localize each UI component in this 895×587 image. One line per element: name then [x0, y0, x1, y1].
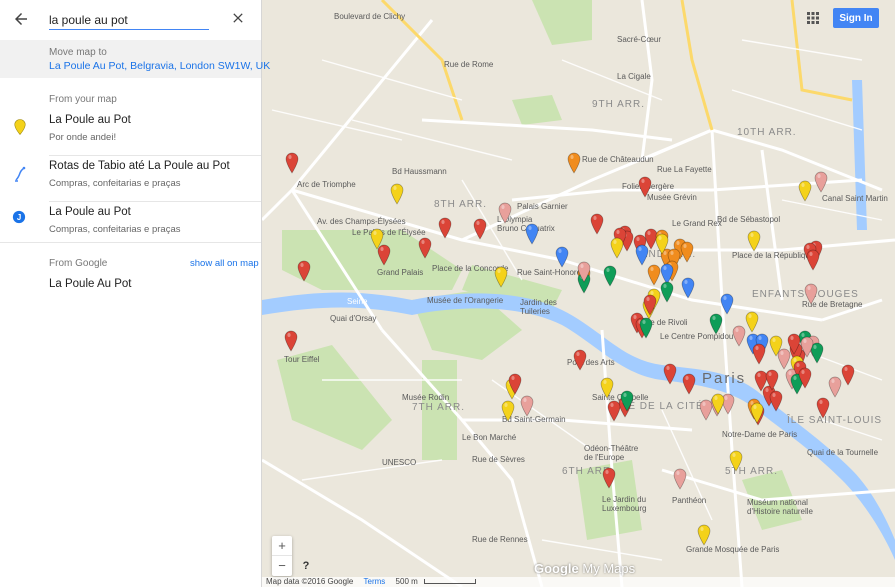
- yellow-map-pin-icon[interactable]: [494, 266, 508, 288]
- item-subtitle: Compras, confeitarias e praças: [49, 224, 181, 235]
- brand-google: Google: [534, 561, 579, 576]
- map-footer: Map data ©2016 Google Terms 500 m: [262, 577, 895, 587]
- green-map-pin-icon[interactable]: [660, 281, 674, 303]
- orange-map-pin-icon[interactable]: [647, 264, 661, 286]
- pink-map-pin-icon[interactable]: [699, 399, 713, 421]
- close-icon[interactable]: [230, 10, 246, 26]
- red-map-pin-icon[interactable]: [769, 390, 783, 412]
- map-item-la-poule-au-pot[interactable]: La Poule au Pot Por onde andei!: [0, 110, 261, 156]
- green-map-pin-icon[interactable]: [639, 317, 653, 339]
- yellow-map-pin-icon[interactable]: [501, 400, 515, 422]
- yellow-map-pin-icon[interactable]: [610, 237, 624, 259]
- red-map-pin-icon[interactable]: [590, 213, 604, 235]
- green-map-pin-icon[interactable]: [709, 313, 723, 335]
- back-arrow-icon[interactable]: [12, 10, 30, 28]
- red-map-pin-icon[interactable]: [418, 237, 432, 259]
- red-map-pin-icon[interactable]: [806, 249, 820, 271]
- red-map-pin-icon[interactable]: [438, 217, 452, 239]
- item-subtitle: Por onde andei!: [49, 132, 117, 143]
- move-map-box: Move map to La Poule Au Pot, Belgravia, …: [0, 40, 270, 78]
- yellow-map-pin-icon[interactable]: [390, 183, 404, 205]
- red-map-pin-icon[interactable]: [377, 244, 391, 266]
- google-result-item[interactable]: La Poule Au Pot: [49, 278, 131, 290]
- item-subtitle: Compras, confeitarias e praças: [49, 178, 181, 189]
- red-map-pin-icon[interactable]: [816, 397, 830, 419]
- pink-map-pin-icon[interactable]: [828, 376, 842, 398]
- pink-map-pin-icon[interactable]: [732, 325, 746, 347]
- item-title: La Poule au Pot: [49, 206, 131, 218]
- section-divider: [0, 242, 261, 243]
- red-map-pin-icon[interactable]: [602, 467, 616, 489]
- red-map-pin-icon[interactable]: [643, 294, 657, 316]
- map-canvas[interactable]: Boulevard de Clichy Sacré-Cœur La Cigale…: [262, 0, 895, 587]
- attribution: Map data ©2016 Google: [266, 577, 354, 586]
- green-map-pin-icon[interactable]: [603, 265, 617, 287]
- zoom-control: + −: [272, 536, 292, 576]
- red-map-pin-icon[interactable]: [752, 343, 766, 365]
- pink-map-pin-icon[interactable]: [814, 171, 828, 193]
- zoom-out-button[interactable]: −: [272, 556, 292, 576]
- red-map-pin-icon[interactable]: [284, 330, 298, 352]
- yellow-map-pin-icon[interactable]: [600, 377, 614, 399]
- red-map-pin-icon[interactable]: [573, 349, 587, 371]
- svg-text:J: J: [17, 213, 21, 222]
- blue-map-pin-icon[interactable]: [681, 277, 695, 299]
- pink-map-pin-icon[interactable]: [804, 283, 818, 305]
- yellow-map-pin-icon[interactable]: [711, 393, 725, 415]
- blue-j-marker-icon: J: [12, 210, 26, 224]
- show-all-on-map-link[interactable]: show all on map: [190, 258, 259, 269]
- yellow-map-pin-icon[interactable]: [747, 230, 761, 252]
- from-google-label: From Google: [49, 258, 108, 269]
- orange-map-pin-icon[interactable]: [567, 152, 581, 174]
- scale-bar: [424, 579, 477, 585]
- red-map-pin-icon[interactable]: [841, 364, 855, 386]
- search-input[interactable]: [49, 12, 209, 30]
- blue-map-pin-icon[interactable]: [720, 293, 734, 315]
- green-map-pin-icon[interactable]: [620, 390, 634, 412]
- pink-map-pin-icon[interactable]: [520, 395, 534, 417]
- side-panel: Move map to La Poule Au Pot, Belgravia, …: [0, 0, 270, 587]
- red-map-pin-icon[interactable]: [663, 363, 677, 385]
- terms-link[interactable]: Terms: [364, 577, 386, 586]
- red-map-pin-icon[interactable]: [638, 176, 652, 198]
- item-title: Rotas de Tabio até La Poule au Pot: [49, 160, 230, 172]
- item-title: La Poule au Pot: [49, 114, 131, 126]
- yellow-map-pin-icon[interactable]: [745, 311, 759, 333]
- yellow-map-pin-icon[interactable]: [750, 402, 764, 424]
- map-item-rotas-de-tabio[interactable]: Rotas de Tabio até La Poule au Pot Compr…: [0, 156, 261, 202]
- apps-grid-icon[interactable]: [807, 11, 819, 24]
- pink-map-pin-icon[interactable]: [673, 468, 687, 490]
- yellow-map-pin-icon[interactable]: [697, 524, 711, 546]
- google-my-maps-logo: Google My Maps: [534, 561, 635, 576]
- zoom-in-button[interactable]: +: [272, 536, 292, 556]
- scale-label: 500 m: [395, 577, 418, 586]
- pink-map-pin-icon[interactable]: [577, 261, 591, 283]
- red-map-pin-icon[interactable]: [607, 400, 621, 422]
- orange-map-pin-icon[interactable]: [680, 241, 694, 263]
- yellow-map-pin-icon[interactable]: [798, 180, 812, 202]
- pink-map-pin-icon[interactable]: [777, 348, 791, 370]
- red-map-pin-icon[interactable]: [508, 373, 522, 395]
- yellow-pin-icon: [14, 119, 26, 135]
- blue-map-pin-icon[interactable]: [525, 223, 539, 245]
- help-button[interactable]: ?: [298, 560, 314, 576]
- move-map-link[interactable]: La Poule Au Pot, Belgravia, London SW1W,…: [49, 60, 270, 72]
- red-map-pin-icon[interactable]: [297, 260, 311, 282]
- red-map-pin-icon[interactable]: [798, 367, 812, 389]
- blue-map-pin-icon[interactable]: [555, 246, 569, 268]
- move-map-label: Move map to: [49, 47, 107, 58]
- red-map-pin-icon[interactable]: [473, 218, 487, 240]
- search-row: [0, 0, 262, 40]
- red-map-pin-icon[interactable]: [765, 369, 779, 391]
- walking-route-icon: [15, 166, 26, 182]
- brand-my-maps: My Maps: [582, 561, 636, 576]
- yellow-map-pin-icon[interactable]: [729, 450, 743, 472]
- red-map-pin-icon[interactable]: [285, 152, 299, 174]
- pink-map-pin-icon[interactable]: [498, 202, 512, 224]
- from-your-map-label: From your map: [49, 94, 117, 105]
- red-map-pin-icon[interactable]: [682, 373, 696, 395]
- sign-in-button[interactable]: Sign In: [833, 8, 879, 28]
